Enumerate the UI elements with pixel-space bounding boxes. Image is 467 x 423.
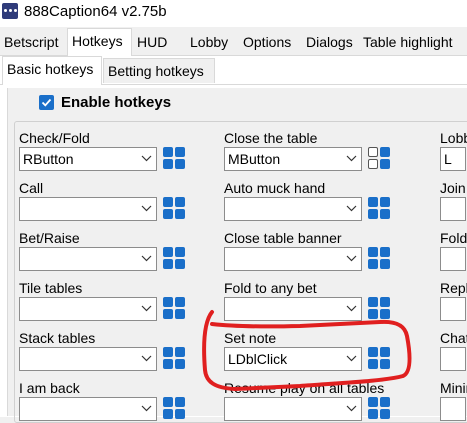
subtab-basic-hotkeys[interactable]: Basic hotkeys: [2, 56, 102, 85]
tab-hotkeys[interactable]: Hotkeys: [67, 28, 132, 56]
